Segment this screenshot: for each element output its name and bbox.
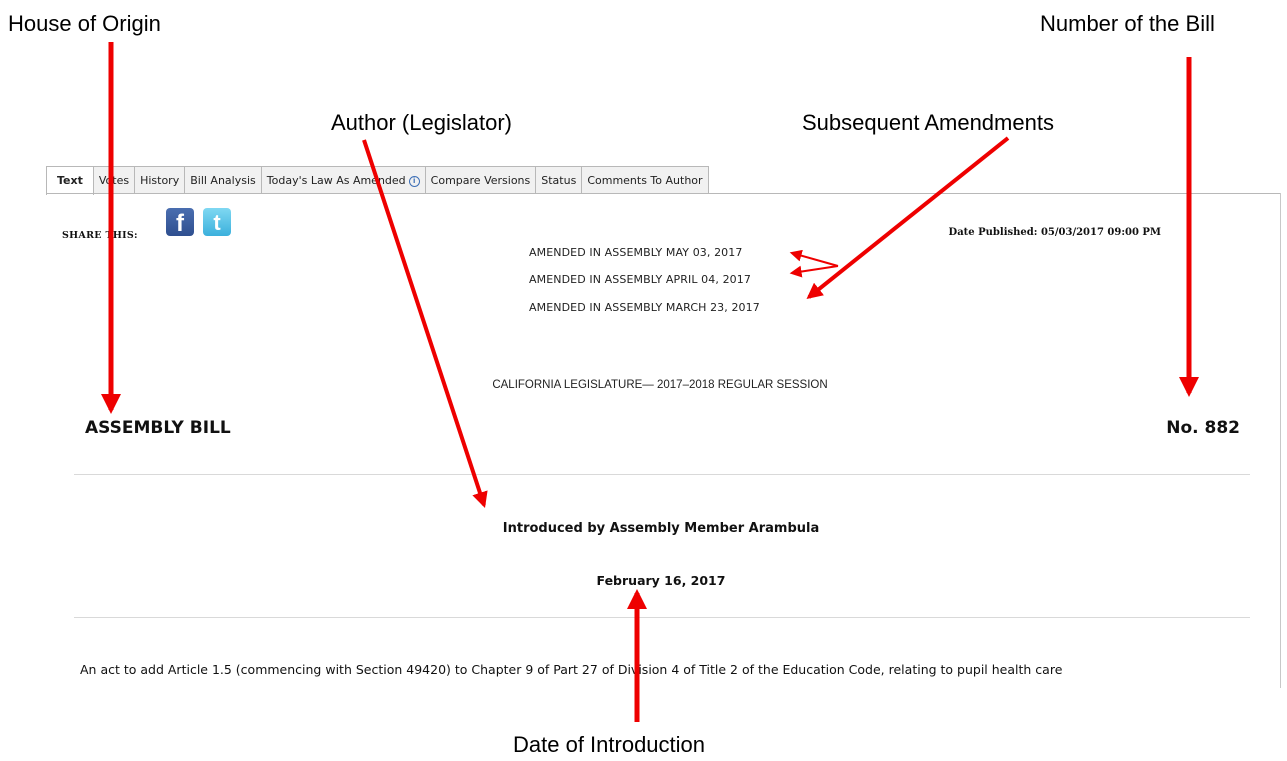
amendment-line: AMENDED IN ASSEMBLY APRIL 04, 2017 (529, 273, 751, 286)
date-published: Date Published: 05/03/2017 09:00 PM (948, 227, 1161, 238)
introduction-date: February 16, 2017 (596, 573, 726, 588)
divider (74, 617, 1250, 618)
content-border (1280, 193, 1281, 688)
tab-history[interactable]: History (135, 166, 186, 194)
house-of-origin: ASSEMBLY BILL (85, 418, 231, 438)
tab-divider (46, 193, 1281, 194)
amendment-arrow-1 (789, 249, 839, 267)
author-annotation: Author (Legislator) (331, 110, 512, 135)
author-line: Introduced by Assembly Member Arambula (502, 521, 820, 536)
tab-status[interactable]: Status (536, 166, 583, 194)
tab-compare-versions[interactable]: Compare Versions (425, 166, 537, 194)
facebook-icon[interactable]: f (166, 208, 194, 237)
share-label: SHARE THIS: (62, 230, 138, 241)
twitter-icon[interactable]: t (203, 208, 231, 236)
tab-votes[interactable]: Votes (93, 166, 136, 194)
act-description: An act to add Article 1.5 (commencing wi… (80, 662, 1063, 677)
tab-bill-analysis[interactable]: Bill Analysis (185, 166, 262, 194)
tab-todays-law-as-amended[interactable]: Today's Law As Amended i (261, 166, 426, 194)
subsequent-amendments-annotation: Subsequent Amendments (802, 110, 1054, 135)
bill-tabs: Text Votes History Bill Analysis Today's… (46, 166, 709, 195)
house-of-origin-annotation: House of Origin (8, 11, 161, 36)
bill-number: No. 882 (1166, 418, 1240, 438)
tab-todays-law-label: Today's Law As Amended (266, 174, 406, 187)
tab-comments-to-author[interactable]: Comments To Author (582, 166, 709, 194)
divider (74, 474, 1250, 475)
tab-text[interactable]: Text (46, 166, 94, 195)
session-title: CALIFORNIA LEGISLATURE— 2017–2018 REGULA… (492, 379, 828, 391)
date-of-introduction-annotation: Date of Introduction (513, 732, 706, 757)
amendment-line: AMENDED IN ASSEMBLY MAY 03, 2017 (529, 246, 743, 259)
amendment-arrow-2 (789, 265, 839, 278)
amendments-arrow-main (806, 136, 1010, 299)
number-of-bill-annotation: Number of the Bill (1040, 11, 1215, 36)
info-icon[interactable]: i (408, 176, 420, 187)
amendment-line: AMENDED IN ASSEMBLY MARCH 23, 2017 (529, 301, 760, 314)
